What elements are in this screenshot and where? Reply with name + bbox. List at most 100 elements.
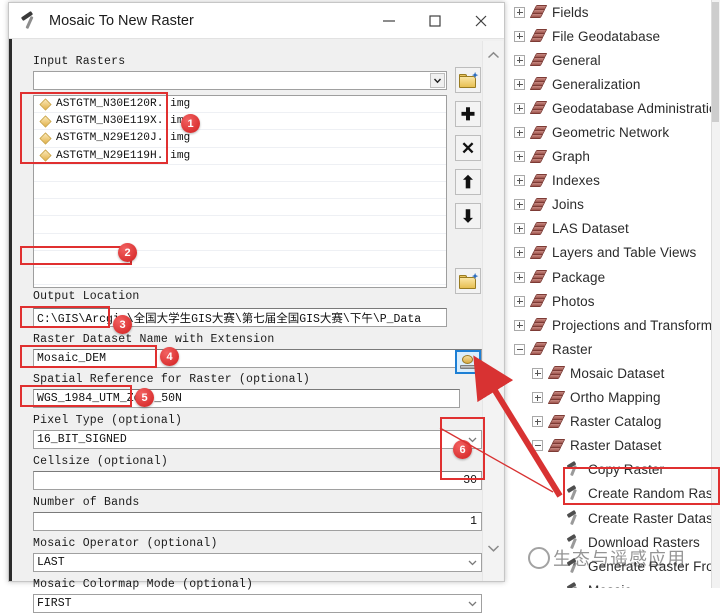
- raster-list-rows[interactable]: ASTGTM_N30E120R. img ASTGTM_N30E119X. img…: [34, 96, 446, 286]
- tree-item-label: Raster Dataset: [570, 438, 662, 454]
- raster-list-empty-row: [34, 165, 446, 182]
- raster-list-item[interactable]: ASTGTM_N30E120R. img: [34, 96, 446, 114]
- expand-plus-icon[interactable]: [514, 271, 525, 283]
- tree-item-ortho-mapping[interactable]: Ortho Mapping: [510, 386, 720, 410]
- scroll-down-icon[interactable]: [483, 538, 504, 559]
- raster-list-item[interactable]: ASTGTM_N29E120J. img: [34, 130, 446, 148]
- tree-item-raster-dataset[interactable]: Raster Dataset: [510, 434, 720, 458]
- tool-hammer-icon: [20, 10, 41, 30]
- tool-hammer-icon: [566, 581, 583, 588]
- tree-item-create-random-raster[interactable]: Create Random Raster: [510, 482, 720, 506]
- toolbox-icon: [529, 5, 548, 19]
- tree-scrollbar-thumb[interactable]: [712, 2, 719, 122]
- collapse-minus-icon[interactable]: [514, 343, 525, 355]
- mosaic-operator-combo[interactable]: LAST: [33, 553, 482, 572]
- annotation-badge-2: 2: [118, 243, 137, 262]
- tree-item-raster[interactable]: Raster: [510, 337, 720, 361]
- expand-plus-icon[interactable]: [514, 6, 525, 18]
- expand-plus-icon[interactable]: [532, 392, 543, 404]
- tree-item-package[interactable]: Package: [510, 265, 720, 289]
- tree-item-label: Raster Catalog: [570, 414, 662, 430]
- tree-item-mosaic[interactable]: Mosaic: [510, 578, 720, 588]
- raster-list-item-label: ASTGTM_N29E120J. img: [56, 132, 191, 145]
- expand-plus-icon[interactable]: [514, 247, 525, 259]
- expand-plus-icon[interactable]: [514, 175, 525, 187]
- move-down-button[interactable]: ⬇: [455, 203, 481, 229]
- spatial-reference-input[interactable]: WGS_1984_UTM_Zone_50N: [33, 389, 460, 408]
- chevron-down-icon[interactable]: [430, 73, 445, 88]
- minimize-icon[interactable]: [366, 3, 412, 39]
- tool-hammer-icon: [566, 485, 583, 501]
- maximize-icon[interactable]: [412, 3, 458, 39]
- tree-item-geodatabase-administration[interactable]: Geodatabase Administration: [510, 96, 720, 120]
- tool-hammer-icon: [566, 461, 583, 477]
- browse-input-rasters-button[interactable]: ✦: [455, 67, 481, 93]
- expand-plus-icon[interactable]: [514, 78, 525, 90]
- tree-item-raster-catalog[interactable]: Raster Catalog: [510, 410, 720, 434]
- tree-item-graph[interactable]: Graph: [510, 145, 720, 169]
- number-of-bands-input[interactable]: 1: [33, 512, 482, 531]
- toolbox-tree-list[interactable]: Fields File Geodatabase General Generalizat…: [510, 0, 720, 588]
- spatial-reference-button[interactable]: [455, 350, 481, 374]
- tree-item-photos[interactable]: Photos: [510, 289, 720, 313]
- tree-item-label: Raster: [552, 341, 593, 357]
- scroll-up-icon[interactable]: [483, 45, 504, 66]
- tree-item-geometric-network[interactable]: Geometric Network: [510, 120, 720, 144]
- tree-item-label: LAS Dataset: [552, 221, 629, 237]
- expand-plus-icon[interactable]: [514, 54, 525, 66]
- watermark: 生态与遥感应用: [528, 544, 708, 572]
- cellsize-input[interactable]: 30: [33, 471, 482, 490]
- add-raster-button[interactable]: ✚: [455, 101, 481, 127]
- tree-item-mosaic-dataset[interactable]: Mosaic Dataset: [510, 361, 720, 385]
- tree-item-layers-and-table-views[interactable]: Layers and Table Views: [510, 241, 720, 265]
- raster-list-box[interactable]: ASTGTM_N30E120R. img ASTGTM_N30E119X. img…: [33, 95, 447, 288]
- input-rasters-combo[interactable]: [33, 71, 447, 90]
- tree-item-label: Photos: [552, 293, 595, 309]
- tree-item-label: Ortho Mapping: [570, 390, 661, 406]
- arctoolbox-tree-panel[interactable]: Fields File Geodatabase General Generalizat…: [510, 0, 720, 588]
- output-location-input[interactable]: C:\GIS\Arcgis\全国大学生GIS大赛\第七届全国GIS大赛\下午\P…: [33, 308, 447, 327]
- tree-item-general[interactable]: General: [510, 48, 720, 72]
- raster-list-item[interactable]: ASTGTM_N29E119H. img: [34, 148, 446, 165]
- dialog-titlebar[interactable]: Mosaic To New Raster: [9, 3, 504, 39]
- expand-plus-icon[interactable]: [532, 416, 543, 428]
- expand-plus-icon[interactable]: [514, 30, 525, 42]
- tree-item-generalization[interactable]: Generalization: [510, 72, 720, 96]
- remove-raster-button[interactable]: ✕: [455, 135, 481, 161]
- tree-item-create-raster-dataset[interactable]: Create Raster Dataset: [510, 506, 720, 530]
- move-up-button[interactable]: ⬆: [455, 169, 481, 195]
- tree-item-las-dataset[interactable]: LAS Dataset: [510, 217, 720, 241]
- tree-item-fields[interactable]: Fields: [510, 0, 720, 24]
- close-x-icon: ✕: [460, 138, 476, 158]
- toolbox-icon: [547, 366, 566, 380]
- expand-plus-icon[interactable]: [532, 367, 543, 379]
- dialog-scrollbar[interactable]: [482, 41, 503, 581]
- chevron-down-icon[interactable]: [464, 554, 481, 571]
- expand-plus-icon[interactable]: [514, 319, 525, 331]
- expand-plus-icon[interactable]: [514, 223, 525, 235]
- spatial-reference-label: Spatial Reference for Raster (optional): [33, 373, 310, 386]
- open-folder-icon: ✦: [458, 71, 479, 88]
- close-icon[interactable]: [458, 3, 504, 39]
- expand-plus-icon[interactable]: [514, 127, 525, 139]
- expand-plus-icon[interactable]: [514, 102, 525, 114]
- tree-item-indexes[interactable]: Indexes: [510, 169, 720, 193]
- tree-item-file-geodatabase[interactable]: File Geodatabase: [510, 24, 720, 48]
- tree-item-joins[interactable]: Joins: [510, 193, 720, 217]
- arrow-down-icon: ⬇: [460, 206, 476, 226]
- tree-item-copy-raster[interactable]: Copy Raster: [510, 458, 720, 482]
- tree-item-projections-and-transformations[interactable]: Projections and Transformations: [510, 313, 720, 337]
- raster-list-item[interactable]: ASTGTM_N30E119X. img: [34, 113, 446, 131]
- tree-item-label: Copy Raster: [588, 462, 665, 478]
- raster-layer-icon: [39, 132, 52, 145]
- expand-plus-icon[interactable]: [514, 151, 525, 163]
- mosaic-colormap-combo[interactable]: FIRST: [33, 594, 482, 613]
- browse-output-location-button[interactable]: ✦: [455, 268, 481, 294]
- pixel-type-combo[interactable]: 16_BIT_SIGNED: [33, 430, 482, 449]
- expand-plus-icon[interactable]: [514, 199, 525, 211]
- tree-scrollbar[interactable]: [711, 0, 720, 588]
- chevron-down-icon[interactable]: [464, 595, 481, 612]
- raster-dataset-name-input[interactable]: Mosaic_DEM: [33, 349, 482, 368]
- collapse-minus-icon[interactable]: [532, 440, 543, 452]
- expand-plus-icon[interactable]: [514, 295, 525, 307]
